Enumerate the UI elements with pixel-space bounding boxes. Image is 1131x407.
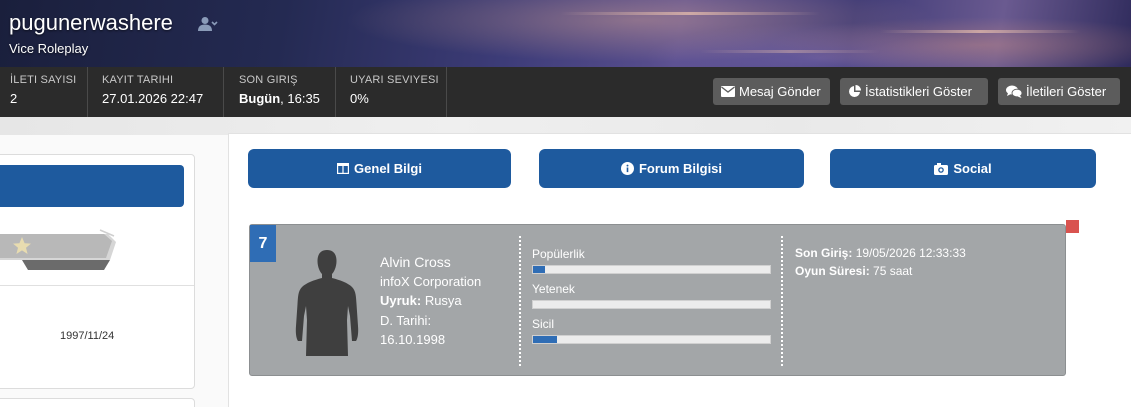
columns-icon [337, 163, 350, 174]
character-birth-label: D. Tarihi: [380, 313, 432, 328]
stat-warning-level: UYARI SEVIYESI 0% [340, 67, 447, 117]
username: pugunerwashere [9, 10, 173, 35]
last-login-info: Son Giriş: 19/05/2026 12:33:33 [795, 246, 966, 260]
camera-icon [934, 162, 949, 175]
delete-character-button[interactable] [1066, 220, 1079, 233]
tab-social[interactable]: Social [830, 149, 1096, 188]
character-number-badge: 7 [250, 225, 276, 262]
card-divider [519, 236, 521, 366]
record-bar-fill [533, 336, 557, 343]
record-label: Sicil [532, 317, 555, 331]
left-date: 1997/11/24 [60, 330, 115, 342]
character-name: Alvin Cross [380, 254, 451, 270]
popularity-bar-fill [533, 266, 545, 273]
show-posts-button[interactable]: İletileri Göster [998, 78, 1120, 105]
comments-icon [1006, 85, 1022, 98]
card-divider [781, 236, 783, 366]
character-avatar [295, 250, 359, 356]
user-icon[interactable] [198, 16, 218, 32]
character-birth-date: 16.10.1998 [380, 332, 446, 347]
character-nationality: Uyruk: Rusya [380, 293, 462, 308]
popularity-label: Popülerlik [532, 247, 585, 261]
pie-chart-icon [849, 85, 861, 97]
left-sidebar-button[interactable] [0, 165, 184, 207]
show-statistics-button[interactable]: İstatistikleri Göster [840, 78, 988, 105]
tab-general-info[interactable]: Genel Bilgi [248, 149, 511, 188]
tab-forum-info[interactable]: Forum Bilgisi [539, 149, 804, 188]
stat-last-login: SON GIRIŞ Bugün, 16:35 [229, 67, 336, 117]
left-sidebar-card-2 [0, 398, 195, 407]
server-name: Vice Roleplay [9, 41, 89, 56]
skill-label: Yetenek [532, 282, 575, 296]
info-icon [620, 162, 634, 175]
record-bar [532, 335, 771, 344]
stat-register-date: KAYIT TARIHI 27.01.2026 22:47 [92, 67, 224, 117]
popularity-bar [532, 265, 771, 274]
stat-post-count: İLETI SAYISI 2 [0, 67, 88, 117]
send-message-button[interactable]: Mesaj Gönder [713, 78, 830, 105]
left-divider [0, 285, 194, 286]
playtime-info: Oyun Süresi: 75 saat [795, 264, 913, 278]
rank-badge [0, 229, 116, 270]
character-company: infoX Corporation [380, 274, 482, 289]
envelope-icon [721, 86, 735, 97]
skill-bar [532, 300, 771, 309]
